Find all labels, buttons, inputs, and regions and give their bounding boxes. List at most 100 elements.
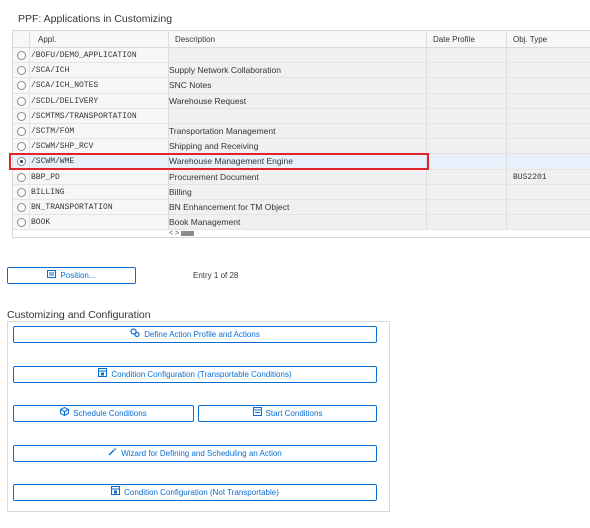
wand-icon (108, 446, 118, 461)
column-header-obj-type[interactable]: Obj. Type (507, 31, 590, 48)
radio-button[interactable] (17, 127, 26, 136)
cell-date-profile (427, 78, 507, 94)
row-selector[interactable] (13, 48, 30, 64)
cell-appl: BN_TRANSPORTATION (30, 200, 169, 216)
cell-description (169, 48, 427, 64)
cell-date-profile (427, 48, 507, 64)
cell-description: Supply Network Collaboration (169, 63, 427, 79)
cell-date-profile (427, 215, 507, 231)
radio-button[interactable] (17, 172, 26, 182)
cell-obj-type: BUS2201 (507, 169, 590, 185)
cell-obj-type (507, 139, 590, 155)
row-selector[interactable] (13, 169, 30, 185)
radio-button[interactable] (17, 66, 26, 76)
cell-obj-type (507, 154, 590, 170)
cell-description: Procurement Document (169, 169, 427, 185)
cell-description (169, 108, 427, 124)
table-row[interactable]: /BOFU/DEMO_APPLICATION (13, 48, 590, 64)
cell-obj-type (507, 184, 590, 200)
cell-obj-type (507, 124, 590, 140)
cell-appl: /SCMTMS/TRANSPORTATION (30, 108, 169, 124)
table-row[interactable]: /SCTM/FOM Transportation Management (13, 124, 590, 140)
cell-date-profile (427, 108, 507, 124)
table-row[interactable]: BBP_PD Procurement Document BUS2201 (13, 169, 590, 185)
table-header: Appl. Description Date Profile Obj. Type (13, 31, 590, 48)
condition-config-not-transportable-label: Condition Configuration (Not Transportab… (124, 488, 279, 497)
row-selector[interactable] (13, 200, 30, 216)
cube-icon (60, 406, 70, 421)
cell-date-profile (427, 169, 507, 185)
cell-obj-type (507, 108, 590, 124)
radio-button[interactable] (17, 81, 26, 91)
cell-description: Billing (169, 184, 427, 200)
radio-button[interactable] (17, 187, 26, 197)
condition-config-icon (98, 367, 108, 382)
cell-description: BN Enhancement for TM Object (169, 200, 427, 216)
section-title-customizing: Customizing and Configuration (7, 309, 151, 321)
cell-appl: BILLING (30, 184, 169, 200)
position-button-label: Position... (60, 271, 96, 280)
start-conditions-icon (252, 406, 262, 421)
table-row[interactable]: BN_TRANSPORTATION BN Enhancement for TM O… (13, 200, 590, 216)
radio-button[interactable] (17, 51, 26, 60)
column-header-appl[interactable]: Appl. (30, 31, 169, 48)
select-column-header (13, 31, 30, 48)
horizontal-scrollbar[interactable]: < > (169, 230, 229, 238)
page-title: PPF: Applications in Customizing (18, 13, 173, 25)
start-conditions-button[interactable]: Start Conditions (198, 405, 377, 422)
cell-obj-type (507, 215, 590, 231)
cell-obj-type (507, 48, 590, 64)
condition-config-not-transportable-button[interactable]: Condition Configuration (Not Transportab… (13, 484, 377, 501)
cell-date-profile (427, 200, 507, 216)
cell-appl: BOOK (30, 215, 169, 231)
wizard-button[interactable]: Wizard for Defining and Scheduling an Ac… (13, 445, 377, 462)
radio-button[interactable] (17, 203, 26, 212)
scroll-thumb[interactable] (181, 230, 195, 236)
cell-appl: /SCDL/DELIVERY (30, 93, 169, 109)
wizard-label: Wizard for Defining and Scheduling an Ac… (121, 449, 282, 458)
cell-obj-type (507, 93, 590, 109)
scroll-right-arrow[interactable]: > (175, 230, 179, 237)
row-selector[interactable] (13, 124, 30, 140)
cell-description: Transportation Management (169, 124, 427, 140)
start-conditions-label: Start Conditions (265, 409, 323, 418)
applications-table: Appl. Description Date Profile Obj. Type… (12, 30, 590, 238)
condition-config-icon (111, 485, 121, 500)
radio-button[interactable] (17, 218, 26, 228)
table-row[interactable]: BILLING Billing (13, 184, 590, 200)
position-button[interactable]: Position... (7, 267, 136, 284)
cell-obj-type (507, 63, 590, 79)
row-selector[interactable] (13, 215, 30, 231)
radio-button[interactable] (17, 142, 26, 152)
radio-button[interactable] (17, 96, 26, 106)
row-selector[interactable] (13, 93, 30, 109)
schedule-conditions-label: Schedule Conditions (73, 409, 147, 418)
cell-date-profile (427, 63, 507, 79)
table-row[interactable]: /SCDL/DELIVERY Warehouse Request (13, 93, 590, 109)
table-row[interactable]: /SCA/ICH_NOTES SNC Notes (13, 78, 590, 94)
row-selector[interactable] (13, 184, 30, 200)
column-header-date-profile[interactable]: Date Profile (427, 31, 507, 48)
gears-icon (130, 327, 140, 342)
schedule-conditions-button[interactable]: Schedule Conditions (13, 405, 194, 422)
condition-config-transportable-button[interactable]: Condition Configuration (Transportable C… (13, 366, 377, 383)
radio-button[interactable] (17, 111, 26, 121)
cell-obj-type (507, 200, 590, 216)
row-selector[interactable] (13, 63, 30, 79)
cell-date-profile (427, 184, 507, 200)
define-action-profile-button[interactable]: Define Action Profile and Actions (13, 326, 377, 343)
cell-appl: /SCA/ICH (30, 63, 169, 79)
cell-date-profile (427, 139, 507, 155)
column-header-description[interactable]: Description (169, 31, 427, 48)
define-action-profile-label: Define Action Profile and Actions (144, 330, 260, 339)
scroll-left-arrow[interactable]: < (169, 230, 173, 237)
table-row[interactable]: BOOK Book Management (13, 215, 590, 231)
cell-obj-type (507, 78, 590, 94)
row-selector[interactable] (13, 108, 30, 124)
cell-description: Warehouse Request (169, 93, 427, 109)
row-selector[interactable] (13, 78, 30, 94)
cell-appl: /BOFU/DEMO_APPLICATION (30, 48, 169, 64)
table-row[interactable]: /SCMTMS/TRANSPORTATION (13, 108, 590, 124)
position-icon (47, 268, 57, 283)
table-row[interactable]: /SCA/ICH Supply Network Collaboration (13, 63, 590, 79)
